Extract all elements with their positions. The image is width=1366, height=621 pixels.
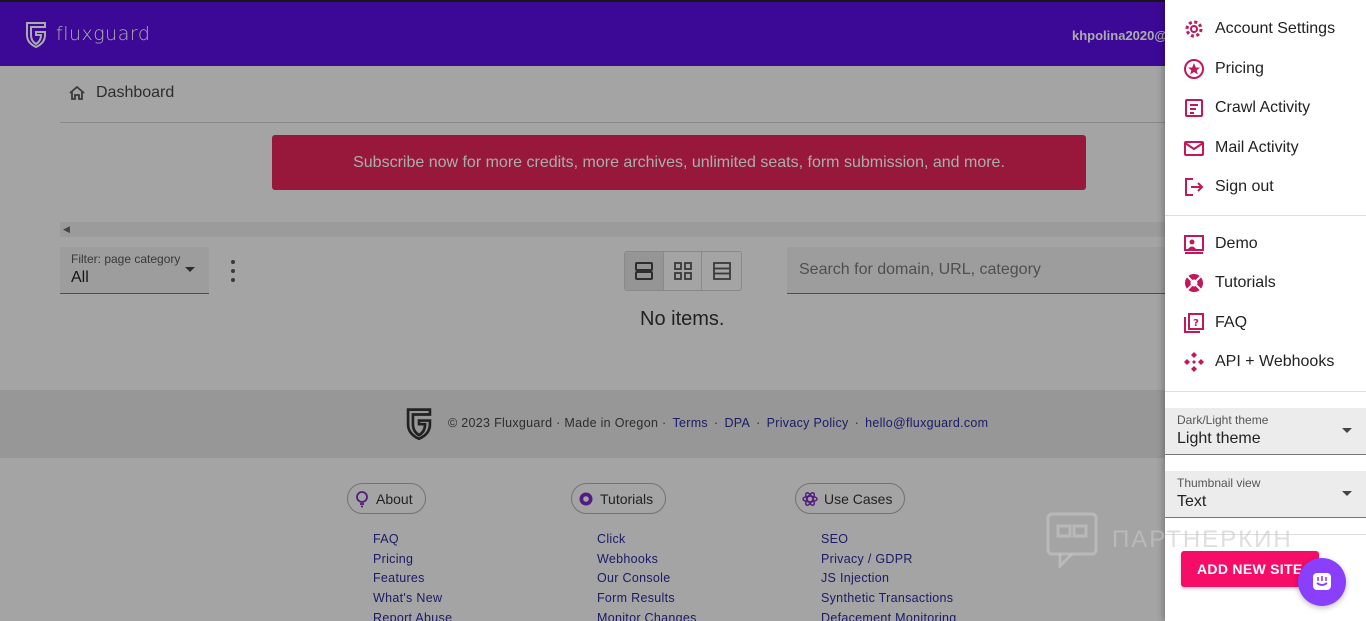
dropdown-caret-icon xyxy=(1342,491,1352,496)
watermark-logo-icon xyxy=(1046,512,1098,568)
watermark: ПАРТНЕРКИН xyxy=(1046,512,1293,568)
svg-text:?: ? xyxy=(1193,318,1199,329)
menu-item-label: Sign out xyxy=(1215,177,1274,195)
help-book-icon: ? xyxy=(1184,312,1204,333)
thumbnail-select-label: Thumbnail view xyxy=(1177,476,1261,490)
menu-item-label: Account Settings xyxy=(1215,19,1336,37)
watermark-text: ПАРТНЕРКИН xyxy=(1112,526,1293,553)
menu-item-label: API + Webhooks xyxy=(1215,352,1335,370)
menu-item-crawl-activity[interactable]: Crawl Activity xyxy=(1165,88,1366,127)
chat-icon xyxy=(1313,573,1331,590)
theme-select-value: Light theme xyxy=(1177,430,1261,447)
presentation-icon xyxy=(1184,234,1204,254)
menu-item-label: FAQ xyxy=(1215,313,1248,331)
thumbnail-view-select[interactable]: Thumbnail view Text xyxy=(1165,471,1366,518)
menu-item-tutorials[interactable]: Tutorials xyxy=(1165,263,1366,302)
menu-item-api-webhooks[interactable]: API + Webhooks xyxy=(1165,342,1366,381)
menu-item-account-settings[interactable]: Account Settings xyxy=(1165,9,1366,48)
menu-item-label: Crawl Activity xyxy=(1215,98,1311,116)
chat-launcher-button[interactable] xyxy=(1298,558,1346,606)
menu-item-label: Demo xyxy=(1215,234,1258,252)
theme-select-label: Dark/Light theme xyxy=(1177,413,1269,427)
menu-item-label: Tutorials xyxy=(1215,273,1276,291)
gear-icon xyxy=(1185,20,1203,37)
thumbnail-select-value: Text xyxy=(1177,493,1207,510)
badge-star-icon xyxy=(1184,58,1204,79)
menu-item-demo[interactable]: Demo xyxy=(1165,224,1366,263)
api-icon xyxy=(1184,351,1204,372)
menu-item-faq[interactable]: ? FAQ xyxy=(1165,303,1366,342)
lifebuoy-icon xyxy=(1185,273,1203,292)
menu-item-pricing[interactable]: Pricing xyxy=(1165,49,1366,88)
menu-item-sign-out[interactable]: Sign out xyxy=(1165,167,1366,206)
menu-divider xyxy=(1165,391,1366,392)
menu-item-label: Pricing xyxy=(1215,59,1264,77)
document-list-icon xyxy=(1185,98,1203,117)
menu-item-label: Mail Activity xyxy=(1215,138,1299,156)
theme-select[interactable]: Dark/Light theme Light theme xyxy=(1165,408,1366,455)
mail-icon xyxy=(1184,140,1204,156)
menu-divider xyxy=(1165,215,1366,216)
menu-item-mail-activity[interactable]: Mail Activity xyxy=(1165,128,1366,167)
dropdown-caret-icon xyxy=(1342,428,1352,433)
logout-icon xyxy=(1185,177,1204,196)
